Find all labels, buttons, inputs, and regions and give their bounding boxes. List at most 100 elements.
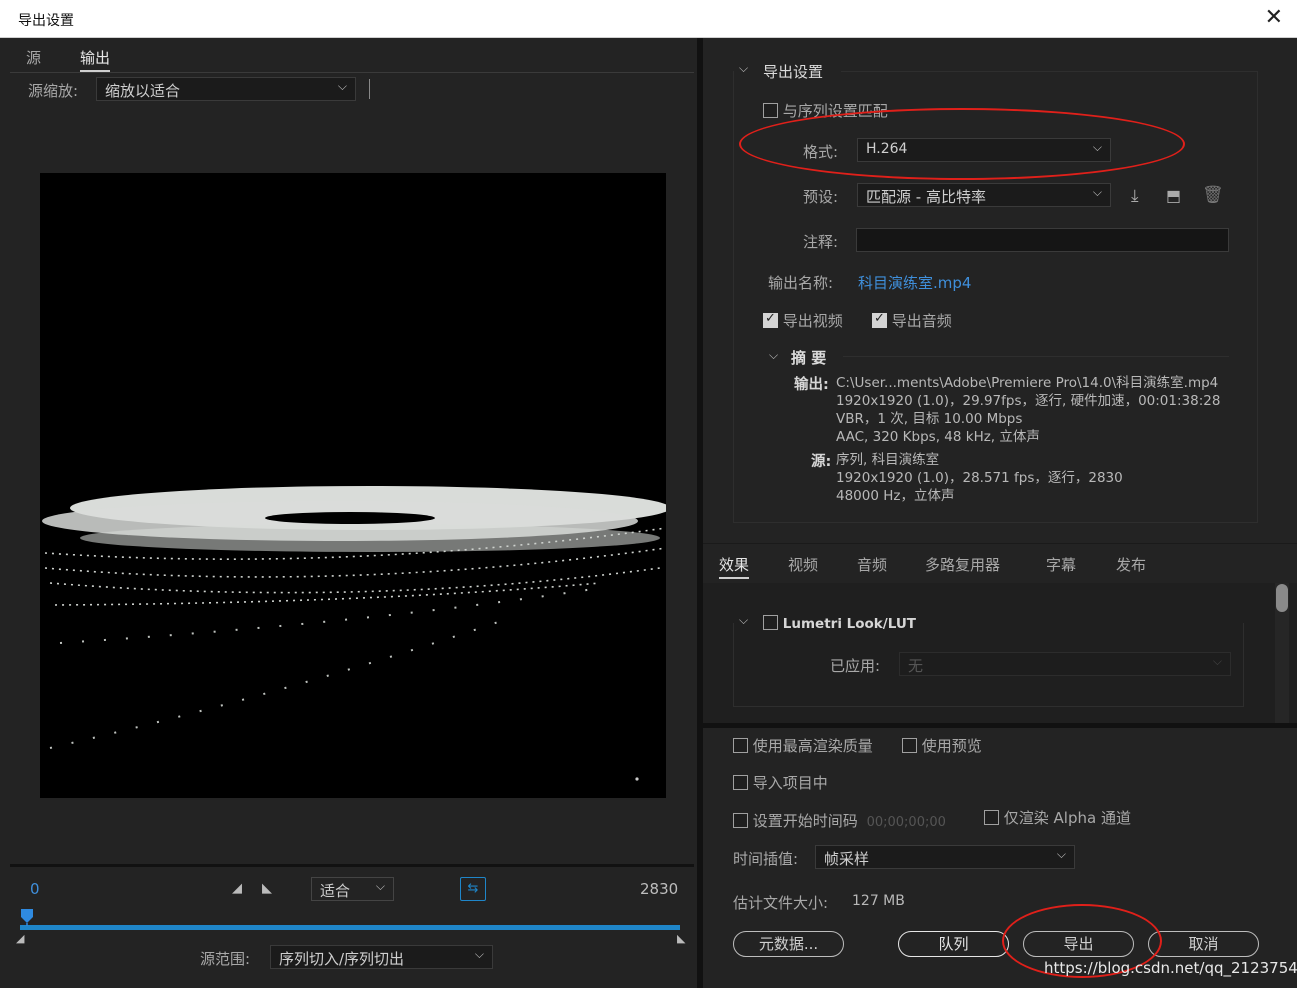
- panel-splitter[interactable]: [703, 723, 1297, 728]
- chevron-down-icon: ⌵: [474, 947, 484, 961]
- aspect-correction-icon[interactable]: ⇆: [460, 877, 486, 901]
- comment-input[interactable]: [856, 228, 1229, 252]
- checkbox-checked-icon: [763, 311, 778, 328]
- chevron-down-icon: ⌵: [1092, 185, 1102, 199]
- tab-multiplexer[interactable]: 多路复用器: [925, 554, 1000, 575]
- export-audio-checkbox[interactable]: 导出音频: [872, 310, 952, 331]
- watermark-text: https://blog.csdn.net/qq_21237549: [1044, 959, 1297, 977]
- cancel-button[interactable]: 取消: [1148, 931, 1259, 957]
- export-button[interactable]: 导出: [1023, 931, 1134, 957]
- import-into-project-label: 导入项目中: [752, 774, 828, 792]
- tab-effects[interactable]: 效果: [719, 554, 750, 579]
- close-icon[interactable]: ✕: [1265, 5, 1283, 31]
- metadata-button[interactable]: 元数据...: [733, 931, 844, 957]
- time-interpolation-dropdown[interactable]: 帧采样 ⌵: [815, 845, 1075, 869]
- checkbox-checked-icon: [872, 311, 887, 328]
- export-video-label: 导出视频: [782, 312, 843, 330]
- source-scale-dropdown[interactable]: 缩放以适合 ⌵: [96, 77, 356, 101]
- summary-title: 摘 要: [791, 349, 827, 367]
- source-scale-value: 缩放以适合: [105, 82, 181, 100]
- delete-preset-icon[interactable]: 🗑: [1202, 185, 1224, 205]
- chevron-down-icon: ⌵: [337, 79, 347, 93]
- tab-source[interactable]: 源: [26, 47, 41, 68]
- scrollbar-thumb[interactable]: [1276, 584, 1288, 612]
- checkbox-icon: [733, 813, 748, 828]
- source-range-dropdown[interactable]: 序列切入/序列切出 ⌵: [270, 945, 493, 969]
- estimated-size-value: 127 MB: [852, 893, 905, 909]
- summary-output-bitrate: VBR，1 次, 目标 10.00 Mbps: [836, 411, 1023, 427]
- mark-out-icon[interactable]: ◣: [262, 881, 272, 896]
- export-audio-label: 导出音频: [891, 312, 952, 330]
- output-name-link[interactable]: 科目演练室.mp4: [858, 272, 971, 293]
- fit-value: 适合: [320, 882, 351, 900]
- chevron-down-icon[interactable]: ⌵: [769, 348, 778, 363]
- chevron-down-icon: ⌵: [1212, 654, 1222, 668]
- tab-publish[interactable]: 发布: [1116, 554, 1146, 575]
- applied-dropdown: 无 ⌵: [899, 652, 1231, 676]
- summary-source-sequence: 序列, 科目演练室: [836, 452, 940, 468]
- output-name-label: 输出名称:: [768, 274, 834, 292]
- section-rule: [841, 71, 1258, 72]
- chevron-down-icon: ⌵: [375, 879, 385, 893]
- import-preset-icon[interactable]: ⬒: [1166, 186, 1181, 205]
- checkbox-icon: [733, 738, 748, 753]
- time-interpolation-label: 时间插值:: [733, 850, 799, 868]
- import-into-project-checkbox[interactable]: 导入项目中: [733, 772, 828, 793]
- checkbox-icon: [763, 103, 778, 118]
- save-preset-icon[interactable]: ⤓: [1131, 186, 1139, 206]
- timeline-end-time: 2830: [640, 880, 679, 898]
- summary-output-path: C:\User...ments\Adobe\Premiere Pro\14.0\…: [836, 375, 1219, 391]
- queue-button[interactable]: 队列: [898, 931, 1009, 957]
- playhead-icon[interactable]: [20, 908, 34, 926]
- use-previews-checkbox[interactable]: 使用预览: [902, 735, 982, 756]
- format-value: H.264: [866, 141, 908, 157]
- chevron-down-icon: ⌵: [1092, 140, 1102, 154]
- tab-captions[interactable]: 字幕: [1046, 554, 1076, 575]
- chevron-down-icon: ⌵: [1056, 847, 1066, 861]
- applied-value: 无: [908, 657, 924, 675]
- summary-source-audio: 48000 Hz，立体声: [836, 488, 955, 504]
- timeline-start-time: 0: [30, 880, 40, 898]
- summary-output-video: 1920x1920 (1.0)，29.97fps，逐行, 硬件加速，00:01:…: [836, 393, 1221, 409]
- source-range-value: 序列切入/序列切出: [279, 950, 405, 968]
- divider-line: [10, 72, 694, 73]
- separator: [369, 79, 370, 99]
- timeline-range-bar[interactable]: [20, 925, 680, 930]
- use-previews-label: 使用预览: [921, 737, 982, 755]
- start-timecode-value: 00;00;00;00: [866, 815, 946, 830]
- summary-source-video: 1920x1920 (1.0)，28.571 fps，逐行，2830: [836, 470, 1123, 486]
- preset-dropdown[interactable]: 匹配源 - 高比特率 ⌵: [857, 183, 1111, 207]
- max-render-quality-checkbox[interactable]: 使用最高渲染质量: [733, 735, 873, 756]
- mark-in-icon[interactable]: ◢: [232, 881, 242, 896]
- preset-value: 匹配源 - 高比特率: [866, 188, 986, 206]
- checkbox-icon: [733, 775, 748, 790]
- source-scale-label: 源缩放:: [28, 82, 79, 100]
- format-dropdown[interactable]: H.264 ⌵: [857, 138, 1111, 162]
- summary-source-lines: 序列, 科目演练室 1920x1920 (1.0)，28.571 fps，逐行，…: [836, 451, 1276, 505]
- comment-label: 注释:: [803, 233, 839, 251]
- match-sequence-checkbox[interactable]: 与序列设置匹配: [763, 100, 888, 121]
- preset-label: 预设:: [803, 188, 839, 206]
- applied-label: 已应用:: [830, 657, 881, 675]
- tab-output[interactable]: 输出: [80, 47, 111, 72]
- tab-audio[interactable]: 音频: [857, 554, 887, 575]
- summary-output-lines: C:\User...ments\Adobe\Premiere Pro\14.0\…: [836, 374, 1276, 446]
- tab-video[interactable]: 视频: [788, 554, 818, 575]
- galaxy-preview-image: [42, 486, 670, 781]
- video-preview: [40, 173, 670, 798]
- fit-dropdown[interactable]: 适合 ⌵: [311, 877, 394, 901]
- range-in-handle-icon[interactable]: ◢: [16, 932, 24, 945]
- preview-pane: 源 输出 源缩放: 缩放以适合 ⌵ 0 ◢ ◣ 适合 ⌵ ⇆ 2830 ◢ ◣ …: [0, 38, 697, 988]
- alpha-only-checkbox[interactable]: 仅渲染 Alpha 通道: [984, 807, 1131, 828]
- range-out-handle-icon[interactable]: ◣: [677, 932, 685, 945]
- max-render-quality-label: 使用最高渲染质量: [752, 737, 873, 755]
- summary-output-audio: AAC, 320 Kbps, 48 kHz, 立体声: [836, 429, 1040, 445]
- settings-pane: ⌵ 导出设置 与序列设置匹配 格式: H.264 ⌵ 预设: 匹配源 - 高比特…: [703, 38, 1297, 988]
- match-sequence-label: 与序列设置匹配: [782, 102, 888, 120]
- divider-line: [10, 864, 694, 867]
- set-start-timecode-checkbox[interactable]: 设置开始时间码 00;00;00;00: [733, 810, 946, 831]
- source-range-label: 源范围:: [200, 950, 251, 968]
- export-video-checkbox[interactable]: 导出视频: [763, 310, 843, 331]
- estimated-size-label: 估计文件大小:: [733, 894, 829, 912]
- format-label: 格式:: [803, 143, 839, 161]
